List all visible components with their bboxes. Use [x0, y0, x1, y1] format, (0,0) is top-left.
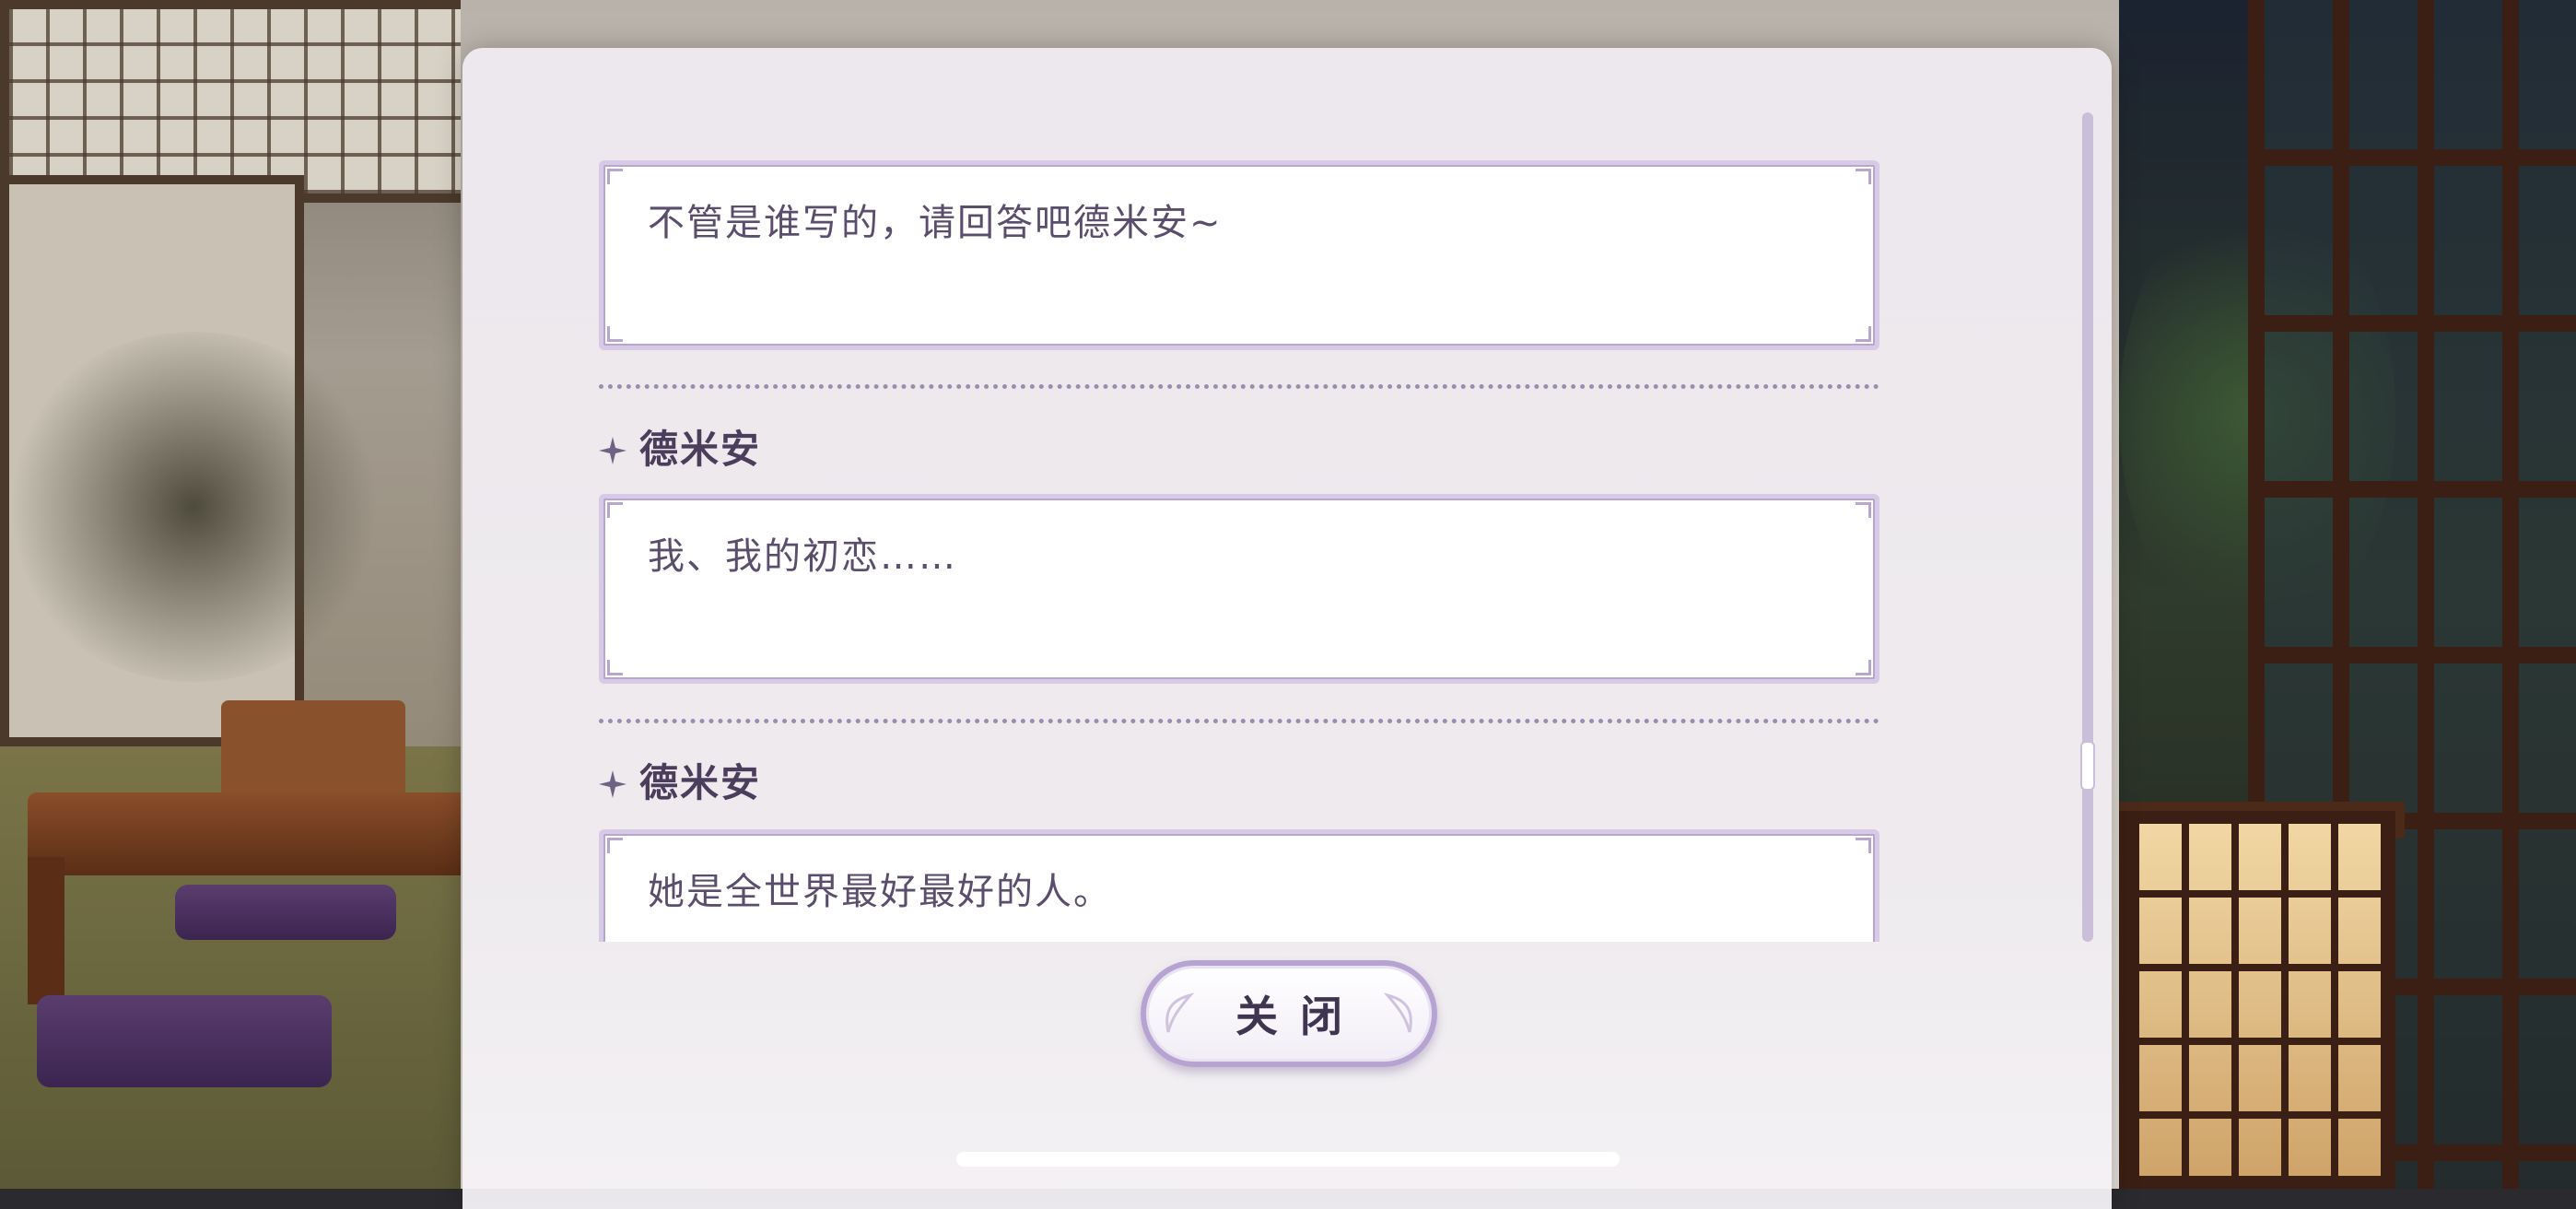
home-indicator[interactable]	[956, 1152, 1620, 1167]
four-point-star-icon	[599, 437, 626, 464]
close-button[interactable]: 关闭	[1141, 960, 1437, 1067]
speaker-name: 德米安	[639, 426, 762, 472]
log-divider	[599, 719, 1879, 723]
log-entry: 她是全世界最好最好的人。	[599, 829, 1879, 942]
scrollbar[interactable]	[2080, 112, 2095, 942]
cushion-lower	[37, 995, 332, 1087]
shoji-screen-left	[0, 0, 479, 203]
cushion-upper	[175, 885, 396, 940]
four-point-star-icon	[599, 770, 626, 798]
log-entry: 我、我的初恋……	[599, 494, 1879, 684]
log-entry-text: 我、我的初恋……	[648, 535, 957, 578]
scrollbar-thumb[interactable]	[2080, 741, 2095, 791]
low-table	[28, 792, 470, 875]
close-button-label: 关闭	[1235, 992, 1364, 1041]
log-scroll-area[interactable]: 不管是谁写的，请回答吧德米安~ 德米安 我、我的初恋…… 德米安 她是全世界最好	[591, 111, 1891, 942]
log-entry-text: 不管是谁写的，请回答吧德米安~	[648, 202, 1223, 244]
speaker-row: 德米安	[599, 418, 761, 474]
log-divider	[599, 384, 1879, 389]
speaker-row: 德米安	[599, 752, 761, 807]
log-entry-text: 她是全世界最好最好的人。	[648, 871, 1112, 913]
leaf-ornament-icon	[1383, 992, 1412, 1033]
leaf-ornament-icon	[1165, 992, 1195, 1033]
painted-pine	[0, 332, 387, 682]
dialogue-log-panel: 不管是谁写的，请回答吧德米安~ 德米安 我、我的初恋…… 德米安 她是全世界最好	[463, 48, 2112, 1209]
speaker-name: 德米安	[639, 759, 762, 805]
floor-lantern	[2119, 811, 2395, 1189]
log-entry: 不管是谁写的，请回答吧德米安~	[599, 160, 1879, 350]
